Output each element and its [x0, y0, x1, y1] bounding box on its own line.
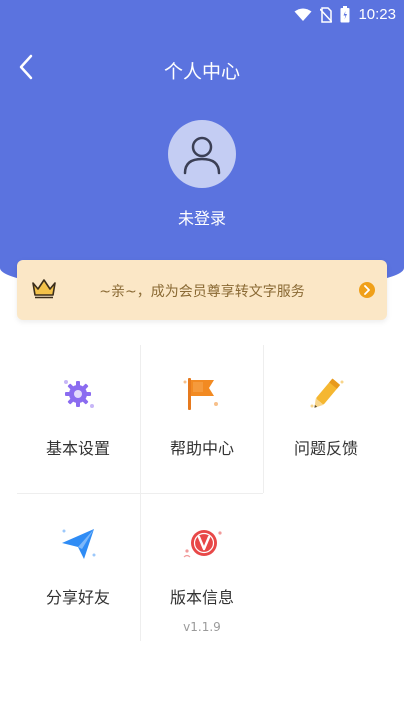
navigation-bar: 个人中心 — [0, 45, 404, 93]
menu-item-share-friends[interactable]: 分享好友 — [17, 494, 139, 642]
chevron-right-icon — [359, 282, 375, 298]
flag-icon — [183, 378, 218, 410]
battery-icon — [340, 6, 350, 23]
page-title: 个人中心 — [163, 61, 240, 83]
user-icon — [183, 136, 221, 175]
menu-item-label: 帮助中心 — [169, 439, 234, 458]
status-time: 10:23 — [358, 6, 396, 23]
membership-text: ~亲~，成为会员尊享转文字服务 — [99, 284, 305, 300]
no-sim-icon — [320, 6, 333, 23]
menu-item-label: 分享好友 — [45, 588, 110, 607]
pencil-icon — [310, 378, 344, 408]
profile-header: 10:23 个人中心 未登录 — [0, 0, 404, 290]
menu-item-label: 问题反馈 — [293, 439, 358, 458]
wifi-icon — [294, 8, 312, 21]
menu-item-label: 版本信息 — [169, 588, 234, 607]
menu-item-version-info[interactable]: 版本信息 v1.1.9 — [141, 494, 263, 642]
version-number: v1.1.9 — [183, 620, 221, 634]
membership-banner[interactable]: ~亲~，成为会员尊享转文字服务 — [17, 260, 387, 320]
login-status-link[interactable]: 未登录 — [0, 205, 404, 229]
menu-item-settings[interactable]: 基本设置 — [17, 345, 139, 493]
menu-item-feedback[interactable]: 问题反馈 — [265, 345, 387, 493]
menu-item-help-center[interactable]: 帮助中心 — [141, 345, 263, 493]
menu-item-label: 基本设置 — [45, 439, 110, 458]
version-v-icon — [183, 530, 222, 558]
settings-gear-icon — [64, 380, 94, 408]
paper-plane-icon — [62, 529, 96, 559]
avatar[interactable] — [168, 120, 236, 188]
status-bar: 10:23 — [0, 0, 404, 32]
